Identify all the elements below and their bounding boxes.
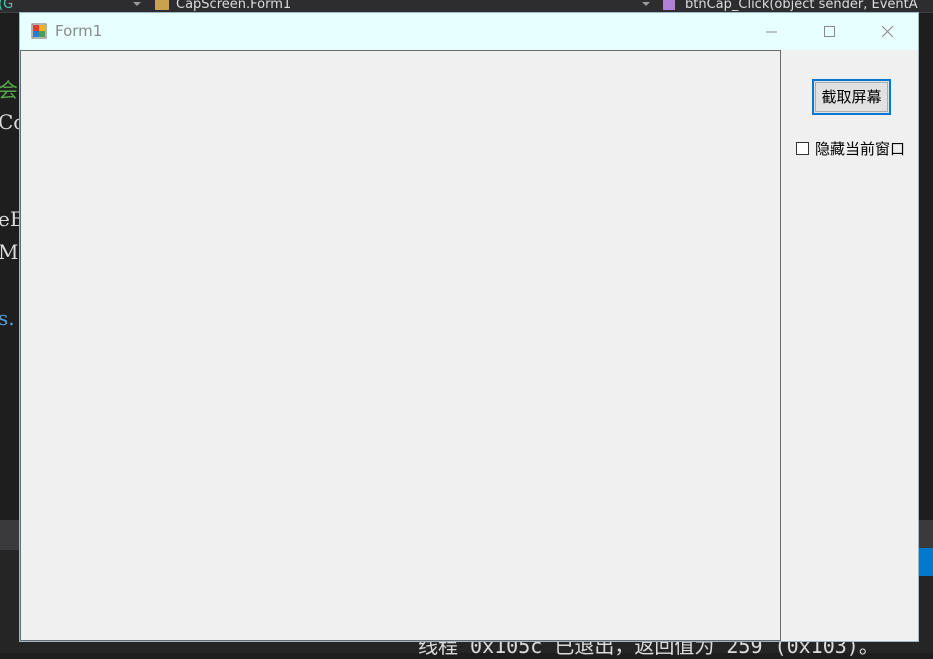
capture-screen-button-label: 截取屏幕 xyxy=(821,88,882,106)
chevron-down-icon[interactable] xyxy=(642,2,650,6)
close-button[interactable] xyxy=(859,13,917,50)
ide-scroll-indicator xyxy=(918,548,933,576)
ide-header-fragment: (G xyxy=(0,0,14,12)
ide-method-dropdown[interactable]: btnCap_Click(object sender, EventA xyxy=(685,0,918,12)
window-title: Form1 xyxy=(55,22,103,40)
capture-preview-picturebox xyxy=(20,50,781,641)
capture-screen-button[interactable]: 截取屏幕 xyxy=(812,79,891,115)
code-line: s. xyxy=(0,306,15,330)
class-icon xyxy=(155,0,169,10)
form-window: Form1 截取屏幕 隐藏当前窗口 xyxy=(19,12,919,642)
maximize-icon xyxy=(824,25,835,37)
ide-class-dropdown[interactable]: CapScreen.Form1 xyxy=(176,0,291,12)
app-icon xyxy=(31,23,47,39)
close-icon xyxy=(882,25,894,37)
maximize-button[interactable] xyxy=(801,13,859,50)
hide-window-option[interactable]: 隐藏当前窗口 xyxy=(796,138,905,158)
code-line: 会 xyxy=(0,78,18,102)
chevron-down-icon[interactable] xyxy=(133,2,141,6)
hide-window-label[interactable]: 隐藏当前窗口 xyxy=(815,138,905,159)
minimize-button[interactable] xyxy=(743,13,801,50)
minimize-icon xyxy=(766,31,777,32)
form-client-area: 截取屏幕 隐藏当前窗口 xyxy=(20,50,918,641)
method-icon xyxy=(663,0,675,10)
hide-window-checkbox[interactable] xyxy=(796,141,809,155)
title-bar[interactable]: Form1 xyxy=(20,13,918,50)
